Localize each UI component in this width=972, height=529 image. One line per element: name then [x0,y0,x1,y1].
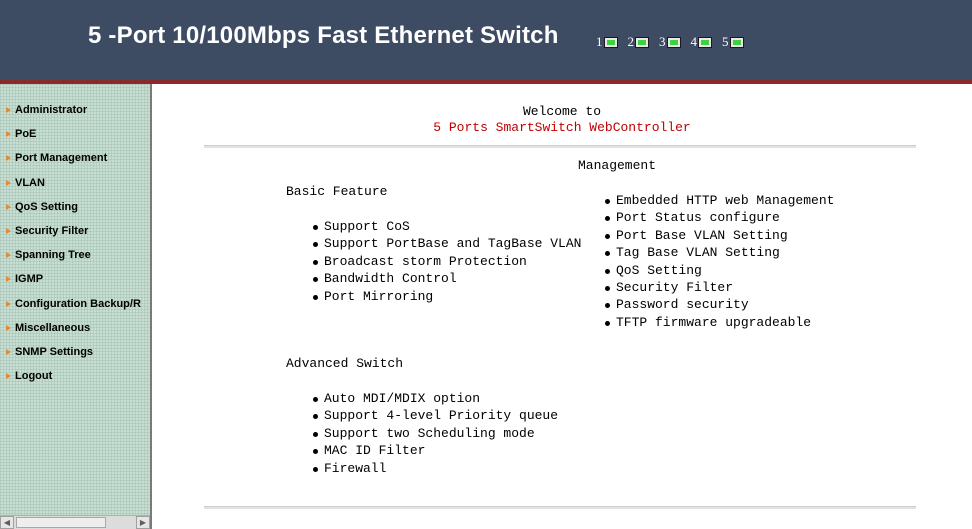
sidebar-menu: Administrator PoE Port Management VLAN Q… [0,84,152,529]
sidebar-item-label: Configuration Backup/R [15,297,141,310]
basic-feature-heading: Basic Feature [286,184,388,199]
list-item: Support two Scheduling mode [312,425,558,442]
list-item: Port Status configure [604,209,834,226]
list-item: Support CoS [312,218,581,235]
sidebar-item-configuration-backup[interactable]: Configuration Backup/R [6,292,141,316]
sidebar-item-label: Administrator [15,104,88,117]
sidebar-item-label: Spanning Tree [15,249,91,262]
sidebar-item-label: Port Management [15,152,108,165]
orange-arrow-icon [6,131,11,138]
port-number: 1 [596,34,603,49]
basic-feature-list: Support CoS Support PortBase and TagBase… [312,218,581,305]
sidebar-horizontal-scrollbar[interactable]: ◀ ▶ [0,515,150,529]
sidebar-item-administrator[interactable]: Administrator [6,98,141,122]
nav-list: Administrator PoE Port Management VLAN Q… [6,98,141,388]
sidebar-item-security-filter[interactable]: Security Filter [6,219,141,243]
advanced-feature-list: Auto MDI/MDIX option Support 4-level Pri… [312,390,558,477]
sidebar-item-logout[interactable]: Logout [6,364,141,388]
port-number: 2 [627,34,635,49]
list-item: Bandwidth Control [312,270,581,287]
port-link-icon [698,36,712,48]
port-number: 5 [722,34,729,49]
list-item: Tag Base VLAN Setting [604,244,834,261]
port-number: 3 [659,34,666,49]
port-indicator-3: 3 [659,34,681,50]
orange-arrow-icon [6,300,11,307]
management-feature-list: Embedded HTTP web Management Port Status… [604,192,834,331]
sidebar-item-label: Security Filter [15,225,89,238]
page-title: 5 -Port 10/100Mbps Fast Ethernet Switch [88,22,559,49]
main-content: Welcome to 5 Ports SmartSwitch WebContro… [152,84,972,529]
advanced-switch-heading: Advanced Switch [286,356,404,371]
port-status-indicators: 1 2 3 4 5 [596,32,754,52]
sidebar-item-spanning-tree[interactable]: Spanning Tree [6,243,141,267]
sidebar-item-label: PoE [15,128,37,141]
list-item: QoS Setting [604,262,834,279]
sidebar-item-port-management[interactable]: Port Management [6,146,141,170]
scrollbar-thumb[interactable] [16,517,106,528]
sidebar-item-label: SNMP Settings [15,345,94,358]
management-heading: Management [578,158,657,173]
orange-arrow-icon [6,348,11,355]
list-item: Firewall [312,460,558,477]
port-indicator-2: 2 [627,34,649,50]
sidebar-item-label: QoS Setting [15,200,78,213]
port-number: 4 [690,34,698,49]
scroll-left-icon[interactable]: ◀ [0,516,14,529]
port-indicator-1: 1 [596,34,618,50]
orange-arrow-icon [6,203,11,210]
list-item: Support 4-level Priority queue [312,407,558,424]
sidebar-item-label: IGMP [15,273,44,286]
sidebar-item-snmp-settings[interactable]: SNMP Settings [6,340,141,364]
list-item: Password security [604,296,834,313]
list-item: Embedded HTTP web Management [604,192,834,209]
orange-arrow-icon [6,373,11,380]
port-link-icon [635,36,649,48]
orange-arrow-icon [6,276,11,283]
sidebar-item-vlan[interactable]: VLAN [6,171,141,195]
orange-arrow-icon [6,324,11,331]
product-name: 5 Ports SmartSwitch WebController [433,120,691,135]
sidebar-item-label: Miscellaneous [15,321,91,334]
list-item: Port Mirroring [312,288,581,305]
list-item: Security Filter [604,279,834,296]
sidebar-item-label: Logout [15,370,53,383]
sidebar-item-igmp[interactable]: IGMP [6,267,141,291]
orange-arrow-icon [6,179,11,186]
orange-arrow-icon [6,252,11,259]
divider [204,506,916,509]
port-link-icon [666,36,681,48]
welcome-text: Welcome to [522,104,601,119]
list-item: MAC ID Filter [312,442,558,459]
port-link-icon [603,36,618,48]
list-item: Broadcast storm Protection [312,253,581,270]
divider [204,145,916,148]
orange-arrow-icon [6,107,11,114]
list-item: Port Base VLAN Setting [604,227,834,244]
sidebar-item-qos-setting[interactable]: QoS Setting [6,195,141,219]
orange-arrow-icon [6,228,11,235]
sidebar-item-miscellaneous[interactable]: Miscellaneous [6,316,141,340]
scroll-right-icon[interactable]: ▶ [136,516,150,529]
port-indicator-4: 4 [690,34,712,50]
port-link-icon [729,36,744,48]
sidebar-item-label: VLAN [15,176,45,189]
list-item: Auto MDI/MDIX option [312,390,558,407]
port-indicator-5: 5 [722,34,744,50]
orange-arrow-icon [6,155,11,162]
header-banner: 5 -Port 10/100Mbps Fast Ethernet Switch … [0,0,972,84]
list-item: TFTP firmware upgradeable [604,314,834,331]
list-item: Support PortBase and TagBase VLAN [312,235,581,252]
sidebar-item-poe[interactable]: PoE [6,122,141,146]
